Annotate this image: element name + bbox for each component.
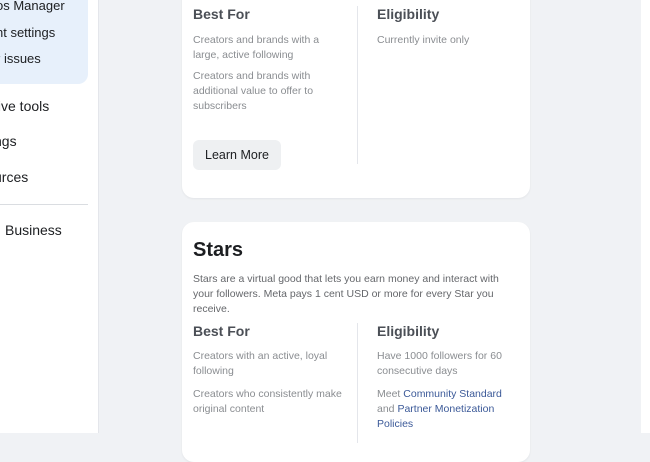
meet-prefix: Meet [377,388,404,400]
subscriptions-card: Best For Creators and brands with a larg… [182,0,530,198]
sidebar-item-creative-tools[interactable]: tive tools [0,98,49,114]
best-for-item: Creators who consistently make original … [193,388,342,415]
eligibility-policies: Meet Community Standard and Partner Mone… [377,387,517,432]
best-for-heading: Best For [193,323,250,339]
best-for-heading: Best For [193,6,250,22]
sidebar: os Manager nt settings r issues tive too… [0,0,99,433]
stars-title: Stars [193,239,244,261]
column-divider [357,323,358,443]
learn-more-button[interactable]: Learn More [193,140,281,170]
sidebar-item-resources[interactable]: urces [0,169,28,185]
sidebar-subitem-settings[interactable]: nt settings [0,25,55,40]
sidebar-item-settings[interactable]: ngs [0,133,17,149]
eligibility-heading: Eligibility [377,323,440,339]
sidebar-subitem-issues[interactable]: r issues [0,51,41,66]
eligibility-requirement: Have 1000 followers for 60 consecutive d… [377,350,502,377]
stars-description: Stars are a virtual good that lets you e… [193,273,499,315]
sidebar-divider [0,204,88,205]
and-text: and [377,403,398,415]
main-content: Best For Creators and brands with a larg… [112,0,650,462]
right-panel-edge [641,0,650,433]
best-for-item: Creators with an active, loyal following [193,350,328,377]
eligibility-heading: Eligibility [377,6,440,22]
community-standard-link[interactable]: Community Standard [403,388,502,400]
sidebar-subitem-manager[interactable]: os Manager [0,0,65,13]
column-divider [357,6,358,164]
settings-submenu: os Manager nt settings r issues [0,0,88,84]
stars-card: Stars Stars are a virtual good that lets… [182,222,530,462]
sidebar-item-business[interactable]: Business [5,222,62,238]
best-for-item: Creators and brands with additional valu… [193,70,314,112]
eligibility-text: Currently invite only [377,34,470,46]
best-for-item: Creators and brands with a large, active… [193,34,320,61]
